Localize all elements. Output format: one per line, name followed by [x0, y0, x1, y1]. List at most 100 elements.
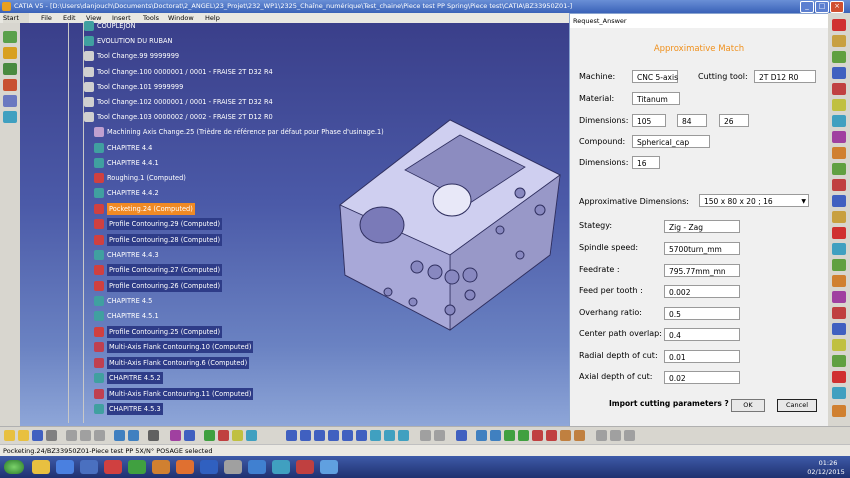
tool-icon[interactable] — [624, 430, 635, 441]
tool-icon[interactable] — [832, 99, 846, 111]
app-icon[interactable] — [224, 460, 242, 474]
tool-icon[interactable] — [832, 211, 846, 223]
rough-tool-icon[interactable] — [3, 79, 17, 91]
save-icon[interactable] — [32, 430, 43, 441]
radial-depth-field[interactable]: 0.01 — [664, 350, 740, 363]
tool-icon[interactable] — [832, 131, 846, 143]
tool-icon[interactable] — [574, 430, 585, 441]
strategy-field[interactable]: Zig - Zag — [664, 220, 740, 233]
tool-icon[interactable] — [218, 430, 229, 441]
tool-icon[interactable] — [832, 291, 846, 303]
browser-icon[interactable] — [56, 460, 74, 474]
tool-icon[interactable] — [832, 147, 846, 159]
cutting-tool-field[interactable]: 2T D12 R0 — [754, 70, 816, 83]
maximize-button[interactable]: □ — [815, 1, 829, 13]
tool-icon[interactable] — [832, 371, 846, 383]
rotate-icon[interactable] — [314, 430, 325, 441]
tool-icon[interactable] — [232, 430, 243, 441]
fit-all-icon[interactable] — [286, 430, 297, 441]
machine-field[interactable]: CNC 5-axis — [632, 70, 678, 83]
tool-icon[interactable] — [832, 67, 846, 79]
tool-icon[interactable] — [832, 35, 846, 47]
swap-visible-icon[interactable] — [434, 430, 445, 441]
formula-icon[interactable] — [170, 430, 181, 441]
tool-icon[interactable] — [832, 307, 846, 319]
tool-icon[interactable] — [832, 387, 846, 399]
tool-icon[interactable] — [832, 227, 846, 239]
tool-icon[interactable] — [832, 275, 846, 287]
compound-field[interactable]: Spherical_cap — [632, 135, 710, 148]
close-button[interactable]: × — [830, 1, 844, 13]
zoom-in-icon[interactable] — [328, 430, 339, 441]
print-icon[interactable] — [46, 430, 57, 441]
windows-start-icon[interactable] — [4, 460, 24, 474]
tool-icon[interactable] — [832, 323, 846, 335]
spindle-speed-field[interactable]: 5700turn_mm — [664, 242, 740, 255]
view-mode-icon[interactable] — [384, 430, 395, 441]
cancel-button[interactable]: Cancel — [777, 399, 817, 412]
tool-icon[interactable] — [504, 430, 515, 441]
hide-show-icon[interactable] — [420, 430, 431, 441]
minimize-button[interactable]: _ — [800, 1, 814, 13]
new-file-icon[interactable] — [4, 430, 15, 441]
tool-icon[interactable] — [832, 355, 846, 367]
whats-this-icon[interactable] — [148, 430, 159, 441]
tool-icon[interactable] — [832, 339, 846, 351]
tool-icon[interactable] — [476, 430, 487, 441]
approx-dims-select[interactable]: 150 x 80 x 20 ; 16 ▼ — [699, 194, 809, 207]
open-file-icon[interactable] — [18, 430, 29, 441]
close-doc-icon[interactable] — [832, 19, 846, 31]
excel-icon[interactable] — [128, 460, 146, 474]
material-field[interactable]: Titanum — [632, 92, 680, 105]
catia-taskbar-icon[interactable] — [248, 460, 266, 474]
pan-icon[interactable] — [300, 430, 311, 441]
zoom-out-icon[interactable] — [342, 430, 353, 441]
overhang-ratio-field[interactable]: 0.5 — [664, 307, 740, 320]
tool-icon[interactable] — [246, 430, 257, 441]
ok-button[interactable]: OK — [731, 399, 765, 412]
tool-icon[interactable] — [184, 430, 195, 441]
shading-icon[interactable] — [398, 430, 409, 441]
menu-edit[interactable]: Edit — [63, 13, 76, 23]
iso-view-icon[interactable] — [370, 430, 381, 441]
paste-icon[interactable] — [94, 430, 105, 441]
center-path-overlap-field[interactable]: 0.4 — [664, 328, 740, 341]
tool-icon[interactable] — [490, 430, 501, 441]
menu-window[interactable]: Window — [168, 13, 194, 23]
tool-icon[interactable] — [832, 163, 846, 175]
explorer-icon[interactable] — [32, 460, 50, 474]
tool-icon[interactable] — [832, 51, 846, 63]
tool-icon[interactable] — [610, 430, 621, 441]
firefox-icon[interactable] — [176, 460, 194, 474]
dimension-3-field[interactable]: 26 — [719, 114, 749, 127]
tool-icon[interactable] — [832, 195, 846, 207]
tool-icon[interactable] — [832, 115, 846, 127]
tool-icon[interactable] — [532, 430, 543, 441]
simulate-tool-icon[interactable] — [3, 111, 17, 123]
word-icon[interactable] — [80, 460, 98, 474]
normal-view-icon[interactable] — [356, 430, 367, 441]
tool-icon[interactable] — [456, 430, 467, 441]
cut-icon[interactable] — [66, 430, 77, 441]
copy-icon[interactable] — [80, 430, 91, 441]
dimension-2-field[interactable]: 84 — [677, 114, 707, 127]
dimension-4-field[interactable]: 16 — [632, 156, 660, 169]
powerpoint-icon[interactable] — [152, 460, 170, 474]
compass-tool-icon[interactable] — [3, 63, 17, 75]
menu-help[interactable]: Help — [205, 13, 220, 23]
redo-icon[interactable] — [128, 430, 139, 441]
tool-icon[interactable] — [596, 430, 607, 441]
tool-icon[interactable] — [204, 430, 215, 441]
contour-tool-icon[interactable] — [3, 95, 17, 107]
undo-icon[interactable] — [114, 430, 125, 441]
feed-per-tooth-field[interactable]: 0.002 — [664, 285, 740, 298]
workpiece-3d-model[interactable] — [320, 105, 570, 355]
tool-icon[interactable] — [560, 430, 571, 441]
app-icon[interactable] — [296, 460, 314, 474]
machining-tool-icon[interactable] — [3, 31, 17, 43]
operation-tool-icon[interactable] — [3, 47, 17, 59]
app-icon[interactable] — [272, 460, 290, 474]
menu-file[interactable]: File — [41, 13, 52, 23]
tool-icon[interactable] — [518, 430, 529, 441]
tool-icon[interactable] — [832, 83, 846, 95]
